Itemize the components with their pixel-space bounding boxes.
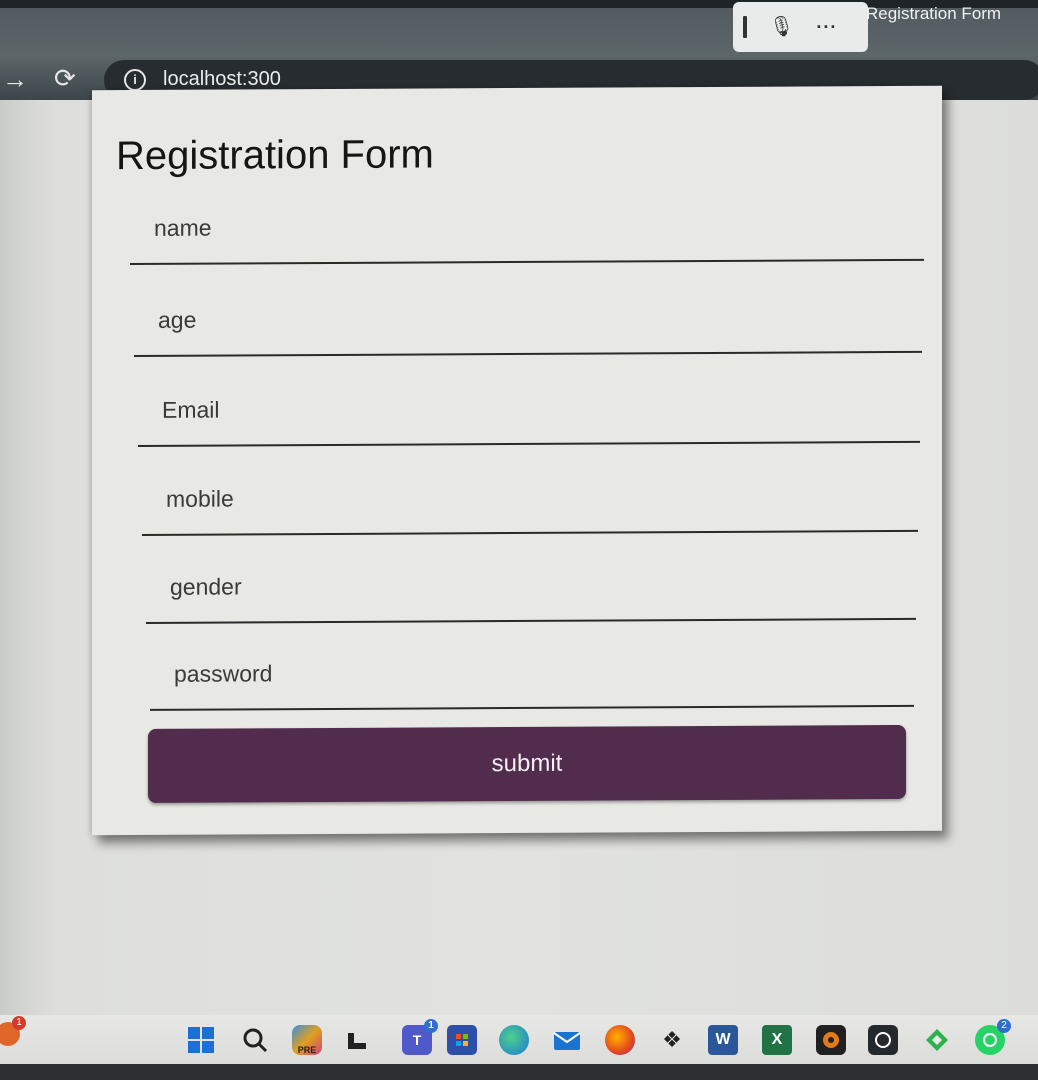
search-icon[interactable] bbox=[240, 1025, 270, 1055]
password-field-placeholder: password bbox=[174, 660, 273, 687]
name-field-underline bbox=[130, 258, 924, 266]
mobile-field[interactable]: mobile bbox=[142, 482, 918, 536]
teams-badge: 1 bbox=[424, 1019, 438, 1033]
reload-icon[interactable]: ⟳ bbox=[54, 65, 76, 91]
copilot-icon-label: PRE bbox=[297, 1045, 317, 1055]
password-field[interactable]: password bbox=[150, 657, 914, 711]
password-field-underline bbox=[150, 704, 914, 711]
teams-icon-label: T bbox=[412, 1032, 422, 1048]
word-icon-label: W bbox=[715, 1031, 731, 1048]
page-viewport: Registration Form name age Email mobile … bbox=[0, 85, 1038, 1015]
email-field[interactable]: Email bbox=[138, 393, 920, 447]
gender-field-placeholder: gender bbox=[170, 573, 242, 600]
more-options-icon[interactable]: ··· bbox=[816, 17, 837, 38]
windows-icon[interactable] bbox=[186, 1025, 216, 1055]
site-info-icon[interactable]: i bbox=[124, 69, 146, 91]
store-icon[interactable] bbox=[447, 1025, 477, 1055]
url-text[interactable]: localhost:300 bbox=[163, 68, 281, 91]
feedly-icon[interactable] bbox=[922, 1025, 952, 1055]
microphone-icon[interactable]: 🎙 bbox=[769, 17, 794, 37]
submit-button[interactable]: submit bbox=[148, 724, 906, 803]
whatsapp-badge: 2 bbox=[997, 1019, 1011, 1033]
gender-field[interactable]: gender bbox=[146, 570, 916, 624]
monitor-bezel bbox=[0, 1064, 1038, 1080]
gender-field-underline bbox=[146, 617, 916, 624]
email-field-placeholder: Email bbox=[162, 396, 220, 423]
excel-icon[interactable]: X bbox=[762, 1025, 792, 1055]
tab-title[interactable]: Registration Form bbox=[866, 4, 1001, 24]
copilot-icon[interactable]: PRE bbox=[292, 1025, 322, 1055]
github-icon[interactable] bbox=[868, 1025, 898, 1055]
page-left-margin bbox=[0, 100, 34, 1015]
forward-arrow-icon[interactable]: → bbox=[2, 66, 28, 92]
email-field-underline bbox=[138, 440, 920, 447]
edge-icon[interactable] bbox=[499, 1025, 529, 1055]
age-field-underline bbox=[134, 350, 922, 358]
obs-icon[interactable] bbox=[816, 1025, 846, 1055]
name-field-placeholder: name bbox=[154, 214, 212, 241]
mail-icon[interactable] bbox=[552, 1025, 582, 1055]
mobile-field-placeholder: mobile bbox=[166, 485, 234, 512]
age-field[interactable]: age bbox=[134, 303, 922, 358]
taskview-icon[interactable] bbox=[342, 1025, 372, 1055]
form-title: Registration Form bbox=[116, 132, 434, 179]
age-field-placeholder: age bbox=[158, 306, 197, 333]
notification-badge: 1 bbox=[12, 1016, 26, 1030]
registration-form-card: Registration Form name age Email mobile … bbox=[92, 85, 942, 836]
name-field[interactable]: name bbox=[130, 211, 924, 266]
dropbox-icon[interactable]: ❖ bbox=[657, 1025, 687, 1055]
whatsapp-icon[interactable]: 2 bbox=[975, 1019, 1011, 1055]
teams-icon[interactable]: T 1 bbox=[402, 1019, 438, 1055]
word-icon[interactable]: W bbox=[708, 1025, 738, 1055]
voice-typing-toolbar: 🎙 ··· bbox=[733, 2, 868, 52]
excel-icon-label: X bbox=[771, 1031, 783, 1048]
firefox-icon[interactable] bbox=[605, 1025, 635, 1055]
text-cursor-icon[interactable] bbox=[743, 16, 747, 38]
mobile-field-underline bbox=[142, 529, 918, 536]
